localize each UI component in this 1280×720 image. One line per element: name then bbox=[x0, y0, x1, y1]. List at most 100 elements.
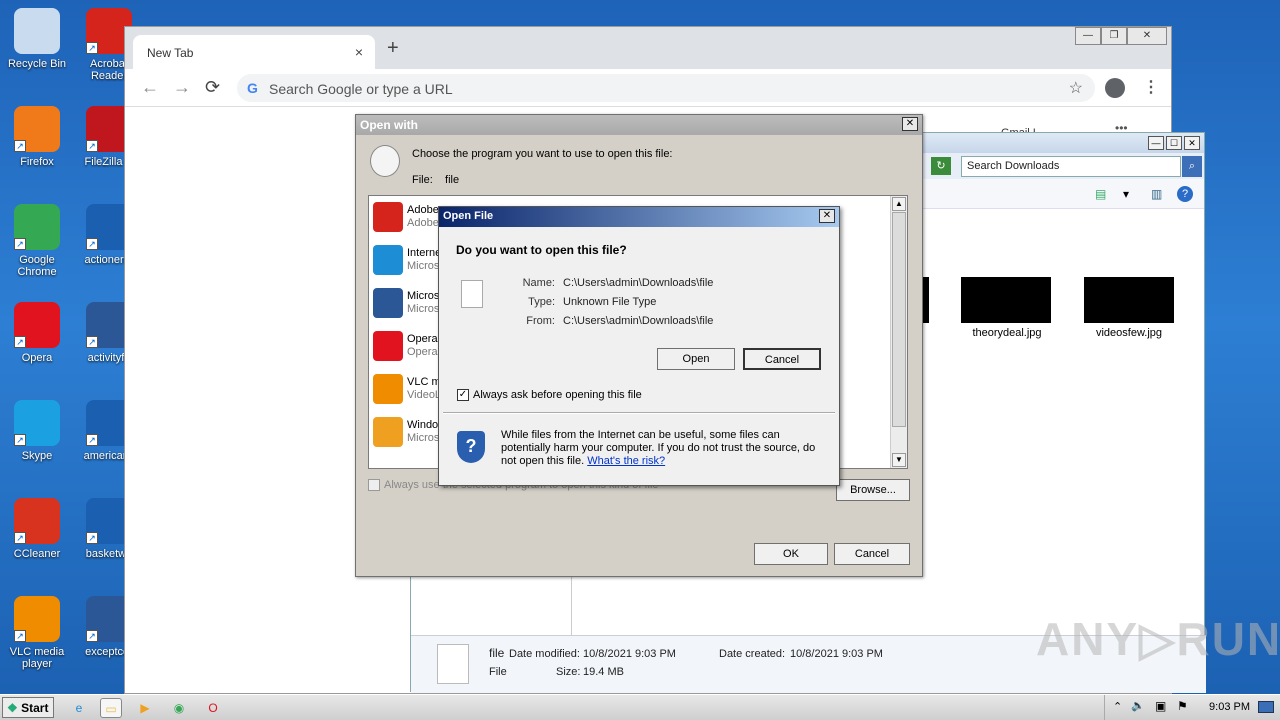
search-input[interactable]: Search Downloads bbox=[961, 156, 1181, 177]
shortcut-arrow-icon: ↗ bbox=[14, 238, 26, 250]
open-file-titlebar: Open File ✕ bbox=[439, 207, 839, 227]
name-value: C:\Users\admin\Downloads\file bbox=[563, 277, 714, 289]
refresh-icon[interactable]: ↻ bbox=[931, 157, 951, 175]
open-file-title: Open File bbox=[443, 210, 494, 222]
taskbar-ie-icon[interactable]: e bbox=[68, 698, 90, 718]
browse-button[interactable]: Browse... bbox=[836, 479, 910, 501]
scroll-down-icon[interactable]: ▼ bbox=[892, 453, 906, 467]
from-value: C:\Users\admin\Downloads\file bbox=[563, 315, 714, 327]
tab-close-icon[interactable]: × bbox=[355, 44, 363, 60]
ok-button[interactable]: OK bbox=[754, 543, 828, 565]
clock[interactable]: 9:03 PM bbox=[1209, 701, 1250, 713]
back-icon[interactable]: ← bbox=[141, 77, 159, 98]
close-button[interactable]: ✕ bbox=[1127, 27, 1167, 45]
taskbar-chrome-icon[interactable]: ◉ bbox=[168, 698, 190, 718]
start-label: Start bbox=[21, 701, 49, 715]
desktop-icon-label: CCleaner bbox=[13, 548, 61, 560]
file-thumbnail[interactable] bbox=[961, 277, 1051, 323]
desktop-icon[interactable]: ↗ Skype bbox=[0, 400, 74, 462]
show-desktop-icon[interactable] bbox=[1258, 701, 1274, 713]
view-icon[interactable]: ▤ bbox=[1095, 187, 1106, 201]
action-center-icon[interactable]: ⚑ bbox=[1177, 699, 1188, 713]
taskbar-media-player-icon[interactable]: ▶ bbox=[134, 698, 156, 718]
shortcut-arrow-icon: ↗ bbox=[86, 238, 98, 250]
desktop-icon[interactable]: ↗ CCleaner bbox=[0, 498, 74, 560]
program-publisher: Adobe bbox=[407, 217, 439, 229]
date-modified-value: 10/8/2021 9:03 PM bbox=[583, 648, 676, 660]
always-ask-label: Always ask before opening this file bbox=[473, 389, 642, 401]
name-label: Name: bbox=[522, 277, 555, 289]
always-ask-checkbox[interactable]: ✓ bbox=[457, 389, 469, 402]
windows-logo-icon: ❖ bbox=[7, 701, 18, 715]
tab-new-tab[interactable]: New Tab × bbox=[133, 35, 375, 69]
always-use-checkbox[interactable] bbox=[368, 479, 380, 492]
shortcut-arrow-icon: ↗ bbox=[14, 532, 26, 544]
shortcut-arrow-icon: ↗ bbox=[86, 532, 98, 544]
always-ask-option[interactable]: ✓ Always ask before opening this file bbox=[457, 389, 642, 402]
desktop-icon-label: VLC media player bbox=[9, 646, 65, 670]
restore-button[interactable]: ❐ bbox=[1101, 27, 1127, 45]
minimize-button[interactable]: — bbox=[1075, 27, 1101, 45]
desktop-icon[interactable]: ↗ VLC media player bbox=[0, 596, 74, 670]
explorer-minimize-button[interactable]: — bbox=[1148, 136, 1164, 150]
security-warning: While files from the Internet can be use… bbox=[501, 429, 831, 468]
shortcut-arrow-icon: ↗ bbox=[86, 336, 98, 348]
profile-icon[interactable] bbox=[1105, 78, 1125, 98]
start-button[interactable]: ❖ Start bbox=[2, 697, 54, 718]
network-icon[interactable]: ▣ bbox=[1155, 699, 1166, 713]
desktop-icon[interactable]: ↗ Firefox bbox=[0, 106, 74, 168]
acrobat-icon bbox=[373, 202, 403, 232]
reload-icon[interactable]: ⟳ bbox=[205, 77, 220, 98]
details-type: File bbox=[489, 666, 507, 678]
bookmark-star-icon[interactable]: ☆ bbox=[1069, 78, 1083, 98]
skype-icon: ↗ bbox=[14, 400, 60, 446]
desktop-icon-label: Firefox bbox=[20, 156, 54, 168]
omnibox[interactable]: G Search Google or type a URL ☆ bbox=[237, 74, 1095, 102]
tab-title: New Tab bbox=[147, 46, 194, 60]
program-publisher: Opera bbox=[407, 346, 438, 358]
explorer-maximize-button[interactable]: ☐ bbox=[1166, 136, 1182, 150]
taskbar-explorer-icon[interactable]: ▭ bbox=[100, 698, 122, 718]
open-file-close-button[interactable]: ✕ bbox=[819, 209, 835, 223]
tray-expand-icon[interactable]: ⌃ bbox=[1113, 700, 1122, 713]
taskbar-opera-icon[interactable]: O bbox=[202, 698, 224, 718]
file-thumbnail[interactable] bbox=[1084, 277, 1174, 323]
file-name[interactable]: theorydeal.jpg bbox=[947, 327, 1067, 339]
desktop-icon[interactable]: Recycle Bin bbox=[0, 8, 74, 70]
desktop-icon-label: Opera bbox=[21, 352, 53, 364]
opera-icon: ↗ bbox=[14, 302, 60, 348]
program-list-scrollbar[interactable]: ▲ ▼ bbox=[890, 196, 907, 468]
explorer-close-button[interactable]: ✕ bbox=[1184, 136, 1200, 150]
view-dropdown-icon[interactable]: ▾ bbox=[1123, 187, 1129, 201]
program-name: Opera bbox=[407, 333, 438, 345]
open-with-title: Open with bbox=[360, 118, 418, 132]
cancel-button[interactable]: Cancel bbox=[743, 348, 821, 370]
shortcut-arrow-icon: ↗ bbox=[14, 434, 26, 446]
program-name: Windo bbox=[407, 419, 439, 431]
open-file-dialog: Open File ✕ Do you want to open this fil… bbox=[438, 206, 840, 486]
open-with-close-button[interactable]: ✕ bbox=[902, 117, 918, 131]
forward-icon[interactable]: → bbox=[173, 77, 191, 98]
menu-icon[interactable]: ⋮ bbox=[1143, 77, 1159, 97]
desktop-icon[interactable]: ↗ Opera bbox=[0, 302, 74, 364]
help-icon[interactable]: ? bbox=[1177, 186, 1193, 202]
cancel-button[interactable]: Cancel bbox=[834, 543, 910, 565]
details-name: file bbox=[489, 646, 505, 660]
preview-pane-icon[interactable]: ▥ bbox=[1151, 187, 1162, 201]
desktop-icon[interactable]: ↗ Google Chrome bbox=[0, 204, 74, 278]
firefox-icon: ↗ bbox=[14, 106, 60, 152]
type-value: Unknown File Type bbox=[563, 296, 657, 308]
new-tab-button[interactable]: + bbox=[387, 37, 399, 60]
scroll-up-icon[interactable]: ▲ bbox=[892, 197, 906, 211]
risk-link[interactable]: What's the risk? bbox=[587, 455, 665, 467]
file-name[interactable]: videosfew.jpg bbox=[1069, 327, 1189, 339]
scroll-thumb[interactable] bbox=[892, 212, 906, 427]
date-created-label: Date created: bbox=[719, 648, 786, 660]
search-icon[interactable]: ⌕ bbox=[1182, 156, 1202, 177]
volume-icon[interactable]: 🔈 bbox=[1131, 699, 1145, 712]
security-shield-icon: ? bbox=[457, 431, 485, 463]
open-button[interactable]: Open bbox=[657, 348, 735, 370]
program-publisher: Micros bbox=[407, 260, 440, 272]
magnifier-icon bbox=[370, 145, 400, 177]
media-player-icon bbox=[373, 417, 403, 447]
